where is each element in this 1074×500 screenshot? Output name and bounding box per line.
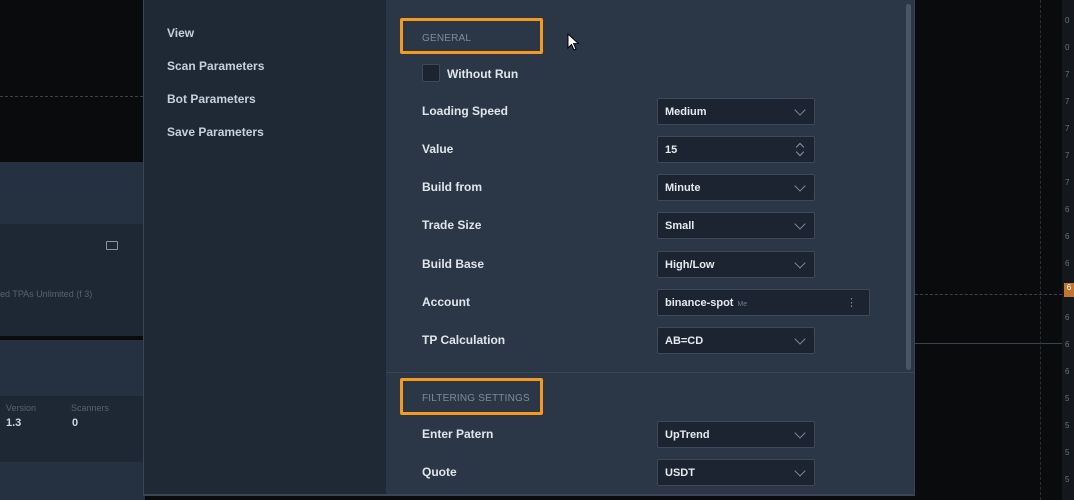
- folder-icon[interactable]: [106, 241, 118, 250]
- tp-calculation-select[interactable]: AB=CD: [657, 327, 815, 354]
- chevron-down-icon: [794, 180, 806, 192]
- spinner-icon[interactable]: [795, 140, 805, 160]
- price-tick: 5: [1065, 448, 1070, 457]
- kebab-menu-icon[interactable]: ⋮: [846, 296, 857, 309]
- price-axis: 0 0 7 7 7 7 7 6 6 6 6 6 6 6 5 5 5 5: [1062, 0, 1074, 500]
- enter-patern-select[interactable]: UpTrend: [657, 421, 815, 448]
- build-from-select[interactable]: Minute: [657, 174, 815, 201]
- price-tick: 6: [1065, 259, 1070, 268]
- bg-divider: [0, 96, 143, 97]
- bg-version-label: Version: [6, 403, 37, 413]
- price-tick: 7: [1065, 178, 1070, 187]
- loading-speed-select[interactable]: Medium: [657, 98, 815, 125]
- account-owner: Me: [737, 301, 748, 308]
- price-tick: 0: [1065, 16, 1070, 25]
- bg-account-line: ed TPAs Unlimited (f 3): [0, 289, 93, 299]
- chevron-down-icon: [794, 333, 806, 345]
- build-base-select[interactable]: High/Low: [657, 251, 815, 278]
- screen: ed TPAs Unlimited (f 3) Version Scanners…: [0, 0, 1074, 500]
- account-value: binance-spot Me: [665, 297, 748, 309]
- loading-speed-value: Medium: [665, 106, 707, 118]
- account-label: Account: [422, 295, 470, 309]
- price-tick: 6: [1065, 340, 1070, 349]
- bg-scanners-value: 0: [72, 417, 79, 429]
- trade-size-label: Trade Size: [422, 218, 482, 232]
- bg-band-2: [0, 340, 145, 396]
- settings-nav: View Scan Parameters Bot Parameters Save…: [144, 0, 386, 494]
- filtering-highlight-box: [400, 378, 543, 415]
- price-tick: 6: [1065, 367, 1070, 376]
- price-tick: 5: [1065, 421, 1070, 430]
- build-from-label: Build from: [422, 180, 482, 194]
- price-tick: 7: [1065, 70, 1070, 79]
- chevron-down-icon: [794, 465, 806, 477]
- nav-item-bot-parameters[interactable]: Bot Parameters: [167, 92, 256, 106]
- build-base-label: Build Base: [422, 257, 485, 271]
- price-tag: 6: [1064, 283, 1074, 297]
- nav-item-view[interactable]: View: [167, 26, 194, 40]
- price-tick: 6: [1065, 205, 1070, 214]
- chevron-down-icon: [794, 104, 806, 116]
- tp-calculation-value: AB=CD: [665, 335, 704, 347]
- bg-scanners-label: Scanners: [71, 403, 110, 413]
- quote-select[interactable]: USDT: [657, 459, 815, 486]
- value-number-input[interactable]: 15: [657, 136, 815, 163]
- tp-calculation-label: TP Calculation: [422, 333, 506, 347]
- price-tick: 0: [1065, 43, 1070, 52]
- chevron-down-icon: [794, 427, 806, 439]
- price-tick: 6: [1065, 232, 1070, 241]
- value-label: Value: [422, 142, 454, 156]
- chevron-down-icon: [794, 257, 806, 269]
- mouse-cursor-icon: [567, 33, 580, 51]
- price-tick: 7: [1065, 97, 1070, 106]
- bg-version-value: 1.3: [6, 417, 22, 429]
- enter-patern-value: UpTrend: [665, 429, 710, 441]
- bg-account-card: [0, 224, 145, 336]
- value-number: 15: [665, 144, 678, 156]
- quote-label: Quote: [422, 465, 457, 479]
- loading-speed-label: Loading Speed: [422, 104, 509, 118]
- bg-header-band: [0, 162, 145, 224]
- without-run-label: Without Run: [447, 67, 519, 81]
- chevron-down-icon: [794, 218, 806, 230]
- trade-size-select[interactable]: Small: [657, 212, 815, 239]
- price-tick: 7: [1065, 124, 1070, 133]
- general-highlight-box: [400, 18, 543, 54]
- build-base-value: High/Low: [665, 259, 715, 271]
- trade-size-value: Small: [665, 220, 695, 232]
- settings-dialog: View Scan Parameters Bot Parameters Save…: [143, 0, 915, 496]
- nav-item-save-parameters[interactable]: Save Parameters: [167, 125, 264, 139]
- price-tick: 6: [1065, 313, 1070, 322]
- price-tick: 7: [1065, 151, 1070, 160]
- nav-item-scan-parameters[interactable]: Scan Parameters: [167, 59, 264, 73]
- section-divider: [386, 372, 914, 373]
- enter-patern-label: Enter Patern: [422, 427, 494, 441]
- price-tick: 5: [1065, 475, 1070, 484]
- price-tick: 5: [1065, 394, 1070, 403]
- scrollbar[interactable]: [906, 4, 911, 370]
- quote-value: USDT: [665, 467, 695, 479]
- bg-vertical-guide: [1040, 0, 1041, 500]
- build-from-value: Minute: [665, 182, 701, 194]
- without-run-checkbox[interactable]: [422, 64, 440, 82]
- account-select[interactable]: binance-spot Me ⋮: [657, 289, 870, 316]
- bg-band-3: [0, 462, 145, 500]
